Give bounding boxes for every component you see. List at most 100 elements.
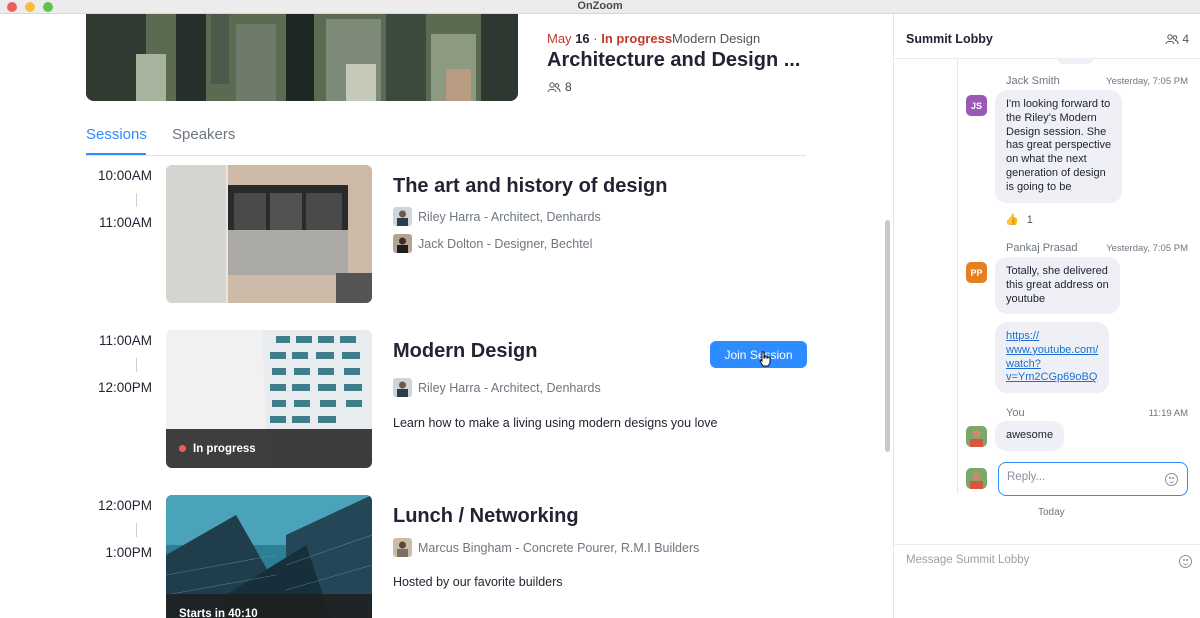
- previous-message-bubble: [1057, 58, 1093, 64]
- youtube-link[interactable]: watch?: [1006, 358, 1098, 372]
- message-line: has great perspective: [1006, 139, 1112, 152]
- session-description: Learn how to make a living using modern …: [393, 416, 718, 430]
- emoji-icon[interactable]: [1179, 555, 1192, 568]
- chat-member-count-value: 4: [1182, 32, 1189, 46]
- session-end-time: 1:00PM: [105, 545, 152, 560]
- message-line: youtube: [1006, 292, 1046, 305]
- session-speaker[interactable]: Marcus Bingham - Concrete Pourer, R.M.I …: [393, 538, 699, 557]
- live-dot-icon: [179, 445, 186, 452]
- message-time: 11:19 AM: [1148, 408, 1188, 419]
- message-line: Design session. She: [1006, 125, 1107, 138]
- message-time: Yesterday, 7:05 PM: [1106, 76, 1188, 87]
- thread-line: [957, 59, 958, 494]
- message-line: generation of design: [1006, 166, 1106, 179]
- status-badge-label: In progress: [193, 442, 256, 455]
- message-time: Yesterday, 7:05 PM: [1106, 243, 1188, 254]
- reply-input[interactable]: [1007, 471, 1157, 483]
- session-title[interactable]: The art and history of design: [393, 175, 667, 198]
- message-line: this great address on: [1006, 278, 1109, 291]
- chat-panel: Summit Lobby 4 Jack Smith Yesterday, 7:0…: [893, 14, 1200, 618]
- event-status: In progress: [601, 31, 673, 46]
- speaker-name: Marcus Bingham - Concrete Pourer, R.M.I …: [418, 540, 700, 555]
- emoji-icon[interactable]: [1165, 473, 1178, 486]
- chat-member-count[interactable]: 4: [1165, 32, 1189, 46]
- status-badge: Starts in 40:10: [166, 594, 372, 618]
- window-titlebar: OnZoom: [0, 0, 1200, 14]
- window-title: OnZoom: [577, 0, 623, 12]
- session-start-time: 10:00AM: [97, 168, 152, 183]
- status-badge-label: Starts in 40:10: [179, 607, 258, 618]
- time-connector: [136, 358, 137, 372]
- message-bubble[interactable]: awesome: [995, 421, 1065, 451]
- main-scrollbar[interactable]: [885, 220, 890, 452]
- reply-field[interactable]: [998, 462, 1188, 496]
- session-description: Hosted by our favorite builders: [393, 575, 563, 589]
- speaker-avatar: [393, 207, 412, 226]
- message-line: on what the next: [1006, 153, 1087, 166]
- session-title[interactable]: Modern Design: [393, 340, 537, 363]
- session-speaker[interactable]: Jack Dolton - Designer, Bechtel: [393, 234, 592, 253]
- message-bubble[interactable]: I'm looking forward to the Riley's Moder…: [995, 90, 1123, 203]
- link-bubble: https:// www.youtube.com/ watch? v=Ym2CG…: [995, 322, 1110, 394]
- attendee-count-value: 8: [565, 80, 572, 94]
- event-separator: ·: [593, 31, 598, 46]
- time-connector: [136, 193, 137, 207]
- active-tab-indicator: [86, 153, 146, 155]
- avatar[interactable]: JS: [966, 95, 987, 116]
- session-thumbnail[interactable]: Starts in 40:10: [166, 495, 372, 618]
- event-banner-image: [86, 14, 518, 101]
- tab-speakers[interactable]: Speakers: [172, 126, 235, 143]
- main-panel: May 16 · In progressModern Design Archit…: [0, 14, 893, 618]
- youtube-link[interactable]: v=Ym2CGp69oBQ: [1006, 371, 1098, 385]
- event-month: May: [547, 31, 572, 46]
- session-thumbnail[interactable]: [166, 165, 372, 303]
- session-start-time: 11:00AM: [98, 333, 152, 348]
- date-divider: Today: [1038, 507, 1065, 518]
- session-end-time: 12:00PM: [97, 380, 152, 395]
- avatar[interactable]: [966, 468, 987, 489]
- youtube-link[interactable]: www.youtube.com/: [1006, 344, 1098, 358]
- message-sender: Pankaj Prasad: [1006, 242, 1078, 254]
- speaker-avatar: [393, 538, 412, 557]
- session-tabs: Sessions Speakers: [86, 120, 806, 156]
- session-title[interactable]: Lunch / Networking: [393, 505, 579, 528]
- avatar[interactable]: PP: [966, 262, 987, 283]
- people-icon: [1165, 33, 1179, 44]
- pointer-cursor-icon: [759, 351, 771, 367]
- speaker-avatar: [393, 234, 412, 253]
- message-composer[interactable]: [894, 544, 1200, 618]
- attendee-count: 8: [547, 80, 572, 94]
- session-item[interactable]: 12:00PM 1:00PM Starts in 40:10 Lunch / N…: [86, 495, 806, 618]
- tab-sessions[interactable]: Sessions: [86, 126, 147, 143]
- event-track: Modern Design: [672, 31, 761, 46]
- session-start-time: 12:00PM: [97, 498, 152, 513]
- message-line: Totally, she delivered: [1006, 265, 1108, 277]
- session-speaker[interactable]: Riley Harra - Architect, Denhards: [393, 378, 601, 397]
- status-badge: In progress: [166, 429, 372, 468]
- session-item[interactable]: 11:00AM 12:00PM In progress Modern Desig…: [86, 330, 807, 468]
- message-line: is going to be: [1006, 180, 1072, 193]
- speaker-avatar: [393, 378, 412, 397]
- message-line: I'm looking forward to: [1006, 98, 1111, 110]
- session-speaker[interactable]: Riley Harra - Architect, Denhards: [393, 207, 601, 226]
- event-title: Architecture and Design ...: [547, 49, 801, 71]
- session-end-time: 11:00AM: [98, 215, 152, 230]
- chat-title: Summit Lobby: [906, 32, 993, 46]
- chat-header: Summit Lobby 4: [894, 14, 1200, 59]
- event-day: 16: [575, 31, 590, 46]
- message-bubble[interactable]: Totally, she delivered this great addres…: [995, 257, 1120, 315]
- speaker-name: Riley Harra - Architect, Denhards: [418, 380, 601, 395]
- message-line: the Riley's Modern: [1006, 111, 1097, 124]
- event-meta: May 16 · In progressModern Design: [547, 31, 760, 46]
- session-item[interactable]: 10:00AM 11:00AM The art and history of d…: [86, 165, 806, 303]
- message-input[interactable]: [906, 554, 1156, 566]
- session-thumbnail[interactable]: In progress: [166, 330, 372, 468]
- speaker-name: Jack Dolton - Designer, Bechtel: [418, 236, 593, 251]
- message-reaction[interactable]: 👍 1: [1005, 213, 1033, 227]
- time-connector: [136, 523, 137, 537]
- youtube-link[interactable]: https://: [1006, 330, 1098, 344]
- people-icon: [547, 81, 561, 92]
- reaction-count: 1: [1026, 213, 1033, 226]
- avatar[interactable]: [966, 426, 987, 447]
- message-sender: Jack Smith: [1006, 75, 1060, 87]
